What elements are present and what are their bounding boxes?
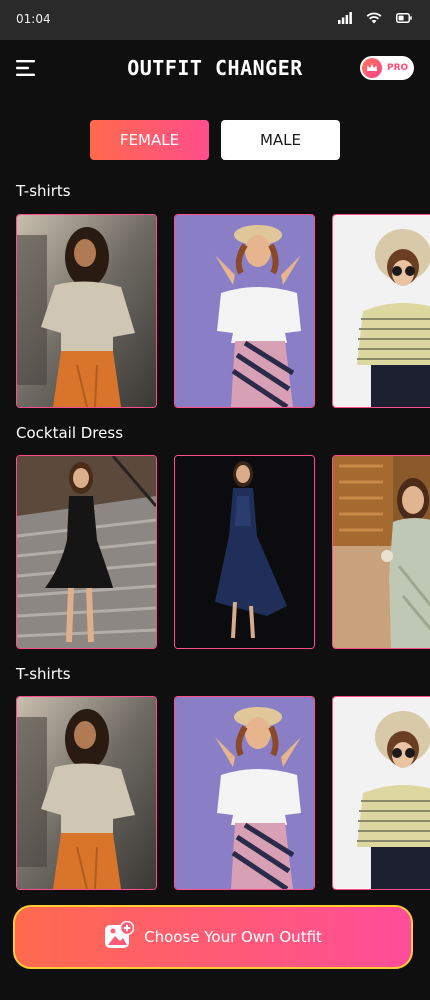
outfit-photo [17,697,156,889]
outfit-photo [17,456,156,648]
status-icons [338,12,412,24]
crown-icon [362,58,382,78]
outfit-photo [333,456,430,648]
female-tab[interactable]: FEMALE [90,120,209,160]
pro-button[interactable]: PRO [360,56,414,80]
signal-icon [338,12,352,24]
outfit-card[interactable] [16,214,157,408]
outfit-row-tshirts [16,214,430,408]
outfit-photo [333,215,430,407]
outfit-card[interactable] [174,696,315,890]
outfit-card[interactable] [16,696,157,890]
outfit-card[interactable] [332,214,430,408]
outfit-photo [175,215,314,407]
outfit-photo [175,456,314,648]
outfit-card[interactable] [16,455,157,649]
outfit-card[interactable] [174,455,315,649]
choose-own-outfit-button[interactable]: Choose Your Own Outfit [13,905,413,969]
outfit-card[interactable] [332,696,430,890]
cta-label: Choose Your Own Outfit [144,928,322,946]
outfit-row-tshirts-2 [16,696,430,890]
pro-label: PRO [387,63,409,73]
outfit-photo [175,697,314,889]
add-photo-icon [104,920,135,953]
outfit-card[interactable] [174,214,315,408]
status-bar: 01:04 [0,0,430,40]
hamburger-icon [16,60,35,76]
wifi-icon [366,12,382,24]
male-tab[interactable]: MALE [221,120,340,160]
section-title-tshirts-2: T-shirts [16,665,71,683]
outfit-card[interactable] [332,455,430,649]
menu-button[interactable] [16,58,38,78]
outfit-row-cocktail-dress [16,455,430,649]
outfit-photo [17,215,156,407]
status-time: 01:04 [16,12,51,26]
battery-icon [396,13,412,23]
app-header: OUTFIT CHANGER PRO [0,40,430,96]
section-title-tshirts: T-shirts [16,182,71,200]
section-title-cocktail-dress: Cocktail Dress [16,424,124,442]
gender-toggle: FEMALE MALE [90,120,340,160]
outfit-photo [333,697,430,889]
